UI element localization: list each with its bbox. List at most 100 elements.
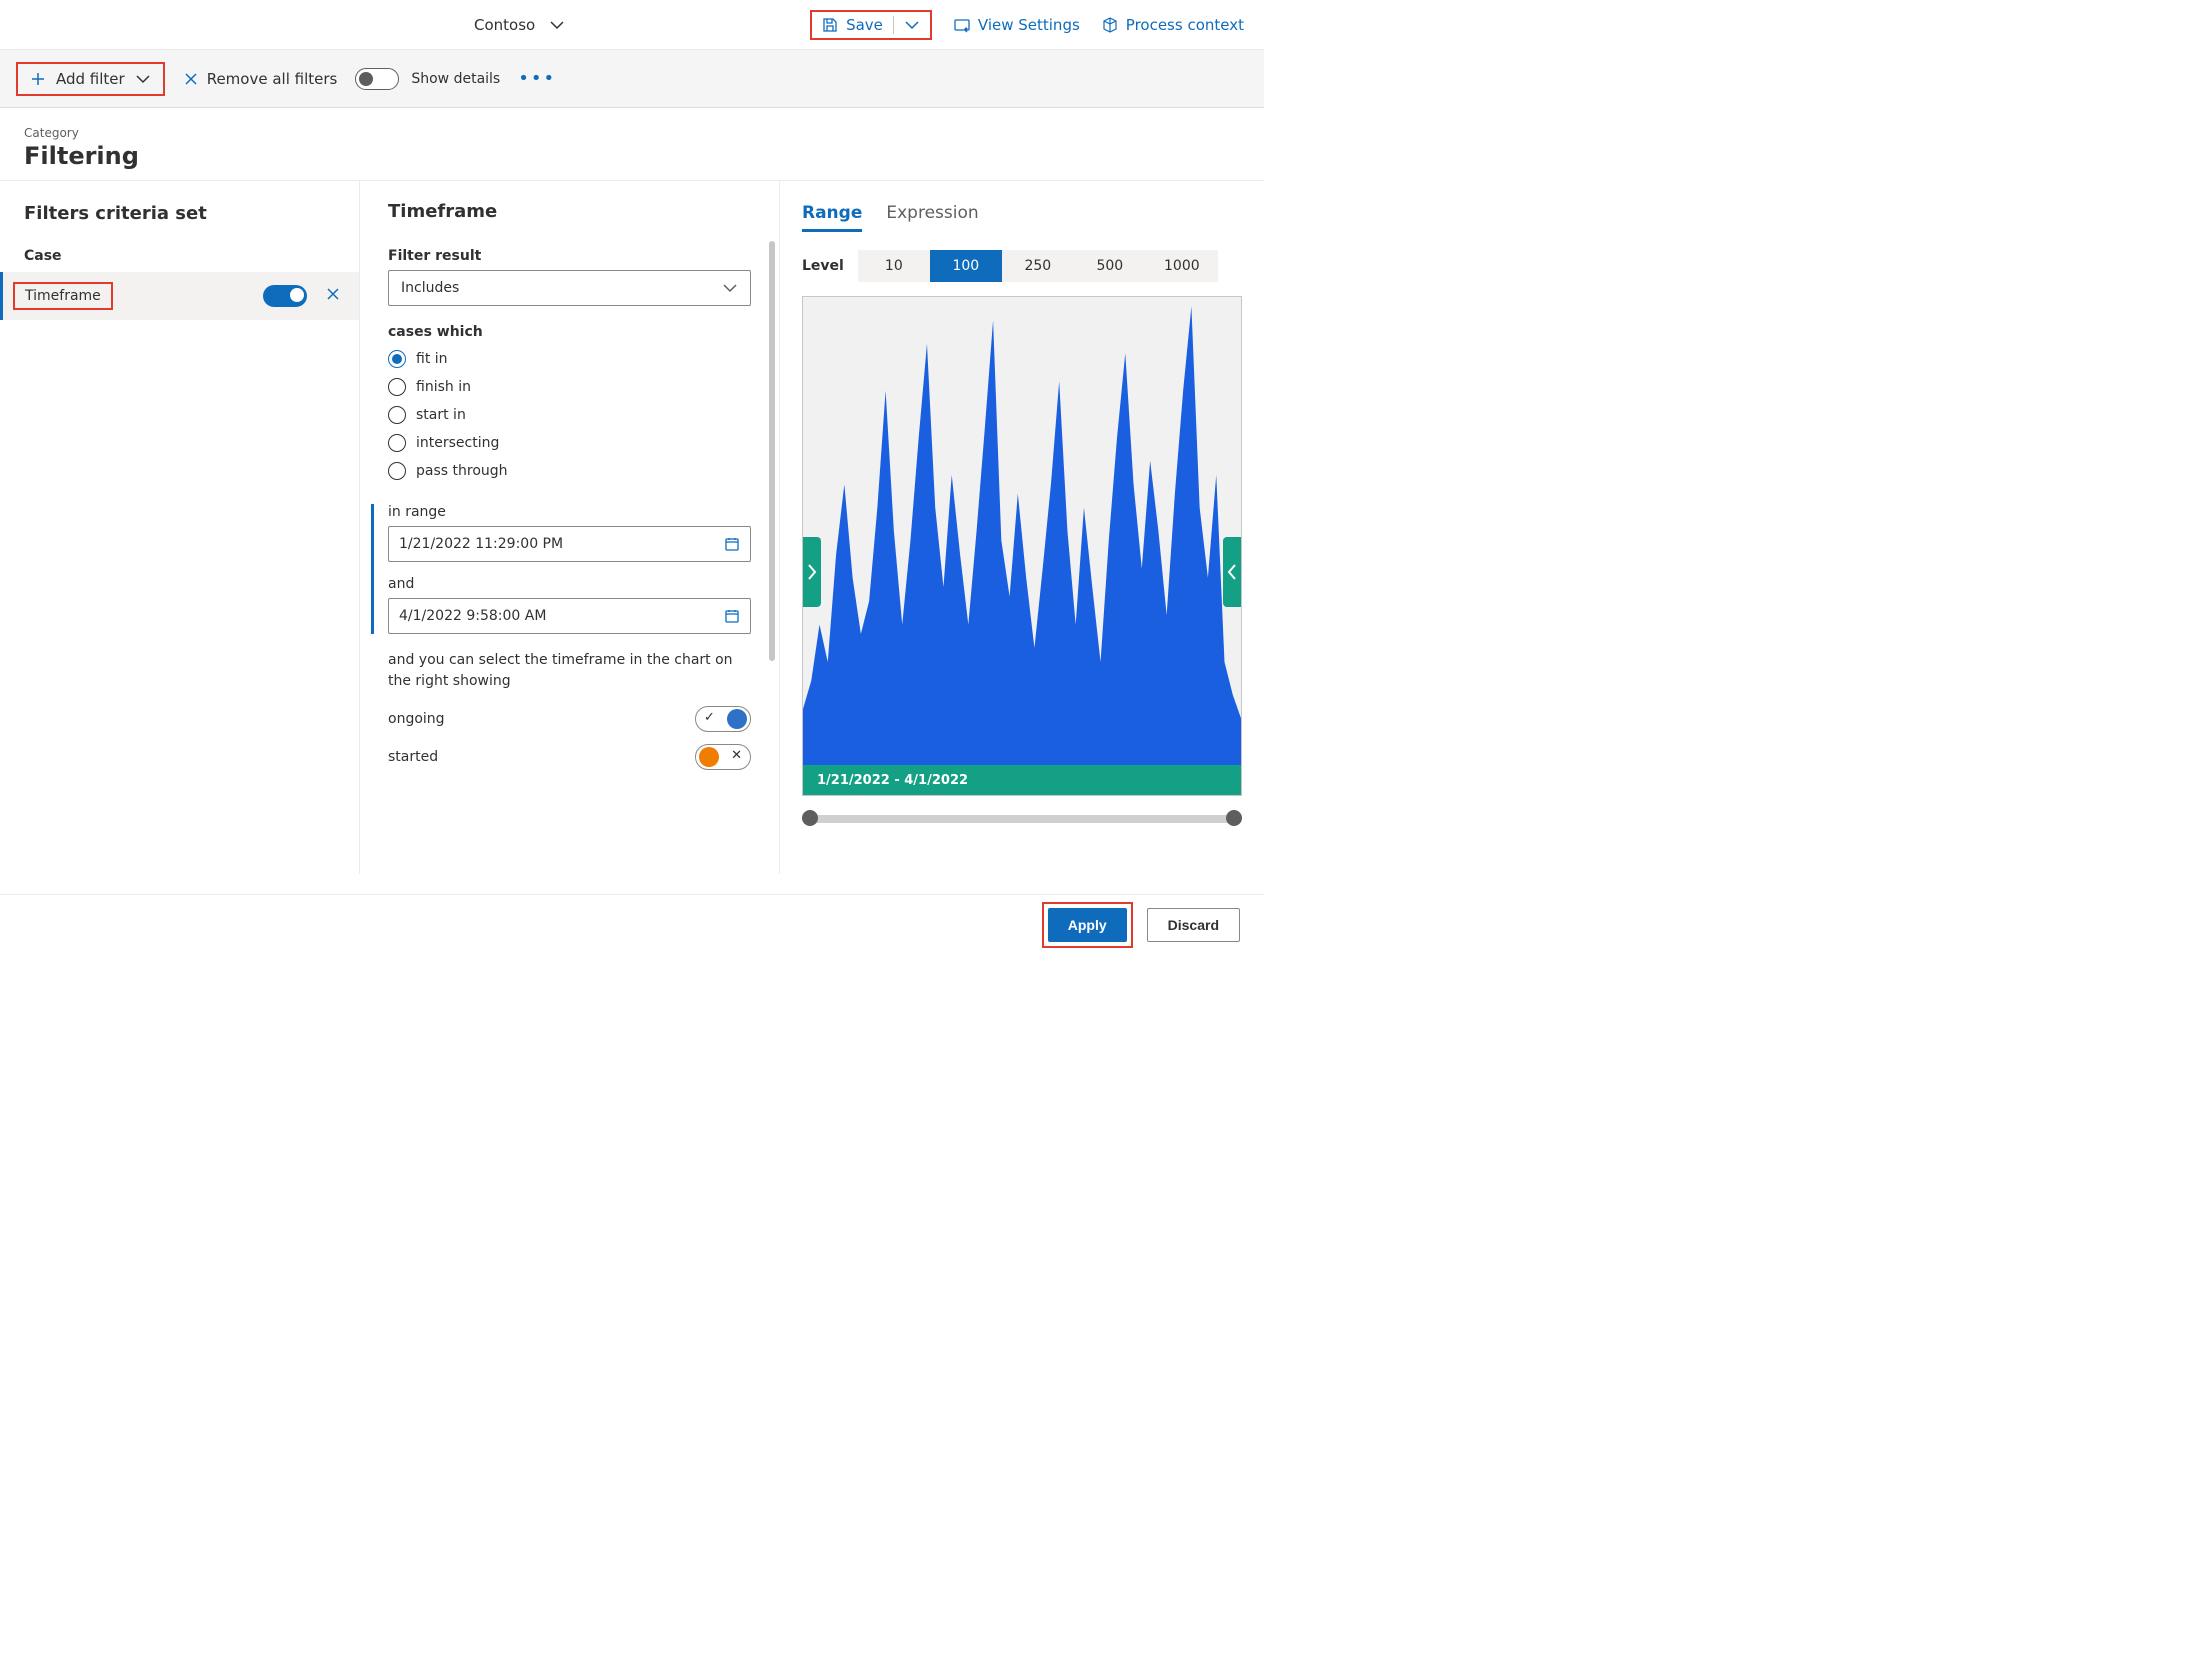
ongoing-row: ongoing: [388, 706, 751, 732]
save-separator: [893, 16, 894, 34]
radio-label: pass through: [416, 463, 508, 479]
view-settings-button[interactable]: View Settings: [954, 16, 1080, 34]
overflow-menu-button[interactable]: •••: [518, 68, 556, 89]
panel-scrollbar[interactable]: [769, 241, 775, 661]
process-context-button[interactable]: Process context: [1102, 16, 1244, 34]
radio-pass-through[interactable]: pass through: [388, 462, 751, 480]
view-settings-icon: [954, 17, 970, 33]
save-button-group: Save: [810, 10, 932, 40]
filter-enable-toggle[interactable]: [263, 285, 307, 307]
filter-result-select[interactable]: Includes: [388, 270, 751, 306]
level-opt-500[interactable]: 500: [1074, 250, 1146, 282]
filter-item-chip: Timeframe: [13, 282, 113, 310]
level-row: Level 10 100 250 500 1000: [802, 250, 1242, 282]
chart-tabs: Range Expression: [802, 203, 1242, 232]
save-chevron-icon[interactable]: [904, 17, 920, 33]
date-range-block: in range 1/21/2022 11:29:00 PM and 4/1/2…: [371, 504, 751, 634]
chart-container: 1/21/2022 - 4/1/2022: [802, 296, 1242, 796]
radio-label: finish in: [416, 379, 471, 395]
calendar-icon: [724, 536, 740, 552]
chevron-down-icon: [722, 280, 738, 296]
level-label: Level: [802, 258, 844, 274]
date-from-value: 1/21/2022 11:29:00 PM: [399, 536, 563, 552]
level-opt-10[interactable]: 10: [858, 250, 930, 282]
remove-all-filters-button[interactable]: Remove all filters: [183, 70, 338, 88]
main-content: Filters criteria set Case Timeframe Time…: [0, 180, 1264, 874]
process-context-label: Process context: [1126, 16, 1244, 34]
filter-toolbar: Add filter Remove all filters Show detai…: [0, 50, 1264, 108]
remove-all-label: Remove all filters: [207, 70, 338, 88]
save-icon: [822, 17, 838, 33]
plus-icon: [30, 71, 46, 87]
range-handle-right[interactable]: [1223, 537, 1241, 607]
show-details-toggle[interactable]: [355, 68, 399, 90]
chart-helper-text: and you can select the timeframe in the …: [388, 650, 751, 692]
org-dropdown[interactable]: Contoso: [474, 16, 565, 34]
slider-track: [802, 815, 1242, 823]
filter-detail-title: Timeframe: [388, 201, 751, 222]
org-name: Contoso: [474, 16, 535, 34]
cases-which-label: cases which: [388, 324, 751, 340]
ongoing-toggle[interactable]: [695, 706, 751, 732]
radio-label: start in: [416, 407, 466, 423]
started-row: started: [388, 744, 751, 770]
started-toggle[interactable]: [695, 744, 751, 770]
slider-thumb-left[interactable]: [802, 810, 818, 826]
radio-label: fit in: [416, 351, 448, 367]
cases-which-radios: fit in finish in start in intersecting p…: [388, 350, 751, 480]
save-label: Save: [846, 16, 883, 34]
filter-group-label: Case: [24, 248, 359, 264]
apply-button[interactable]: Apply: [1048, 908, 1127, 942]
range-slider[interactable]: [802, 810, 1242, 826]
radio-finish-in[interactable]: finish in: [388, 378, 751, 396]
filter-item-row[interactable]: Timeframe: [0, 272, 359, 320]
category-header: Category Filtering: [0, 108, 1264, 180]
calendar-icon: [724, 608, 740, 624]
filter-detail-panel: Timeframe Filter result Includes cases w…: [360, 181, 780, 874]
footer-bar: Apply Discard: [0, 894, 1264, 954]
filter-remove-button[interactable]: [325, 286, 341, 307]
filters-criteria-panel: Filters criteria set Case Timeframe: [0, 181, 360, 874]
chart-range-text: 1/21/2022 - 4/1/2022: [817, 773, 968, 788]
chart-panel: Range Expression Level 10 100 250 500 10…: [780, 181, 1264, 874]
radio-intersecting[interactable]: intersecting: [388, 434, 751, 452]
close-icon: [325, 286, 341, 302]
level-opt-250[interactable]: 250: [1002, 250, 1074, 282]
add-filter-button[interactable]: Add filter: [16, 62, 165, 96]
chevron-right-icon: [803, 537, 821, 607]
top-bar: Contoso Save View Settings Process conte…: [0, 0, 1264, 50]
add-filter-label: Add filter: [56, 70, 125, 88]
filters-criteria-title: Filters criteria set: [24, 203, 359, 224]
date-to-value: 4/1/2022 9:58:00 AM: [399, 608, 546, 624]
chevron-down-icon: [135, 71, 151, 87]
chevron-left-icon: [1223, 537, 1241, 607]
topbar-right: Save View Settings Process context: [810, 10, 1244, 40]
slider-thumb-right[interactable]: [1226, 810, 1242, 826]
radio-fit-in[interactable]: fit in: [388, 350, 751, 368]
level-opt-1000[interactable]: 1000: [1146, 250, 1218, 282]
tab-expression[interactable]: Expression: [886, 203, 978, 232]
tab-range[interactable]: Range: [802, 203, 862, 232]
level-opt-100[interactable]: 100: [930, 250, 1002, 282]
radio-label: intersecting: [416, 435, 499, 451]
category-title: Filtering: [24, 142, 1240, 170]
discard-button[interactable]: Discard: [1147, 908, 1240, 942]
apply-highlight: Apply: [1042, 902, 1133, 948]
level-segmented: 10 100 250 500 1000: [858, 250, 1218, 282]
range-handle-left[interactable]: [803, 537, 821, 607]
filter-result-label: Filter result: [388, 248, 751, 264]
chart-area[interactable]: [803, 297, 1241, 765]
date-from-input[interactable]: 1/21/2022 11:29:00 PM: [388, 526, 751, 562]
date-to-input[interactable]: 4/1/2022 9:58:00 AM: [388, 598, 751, 634]
started-label: started: [388, 749, 438, 765]
ongoing-label: ongoing: [388, 711, 445, 727]
show-details-toggle-group: Show details: [355, 68, 500, 90]
chart-footer: 1/21/2022 - 4/1/2022: [803, 765, 1241, 795]
in-range-label: in range: [388, 504, 751, 520]
close-icon: [183, 71, 199, 87]
chevron-down-icon: [549, 17, 565, 33]
radio-start-in[interactable]: start in: [388, 406, 751, 424]
save-button[interactable]: Save: [822, 16, 883, 34]
filter-result-value: Includes: [401, 280, 459, 296]
cube-icon: [1102, 17, 1118, 33]
